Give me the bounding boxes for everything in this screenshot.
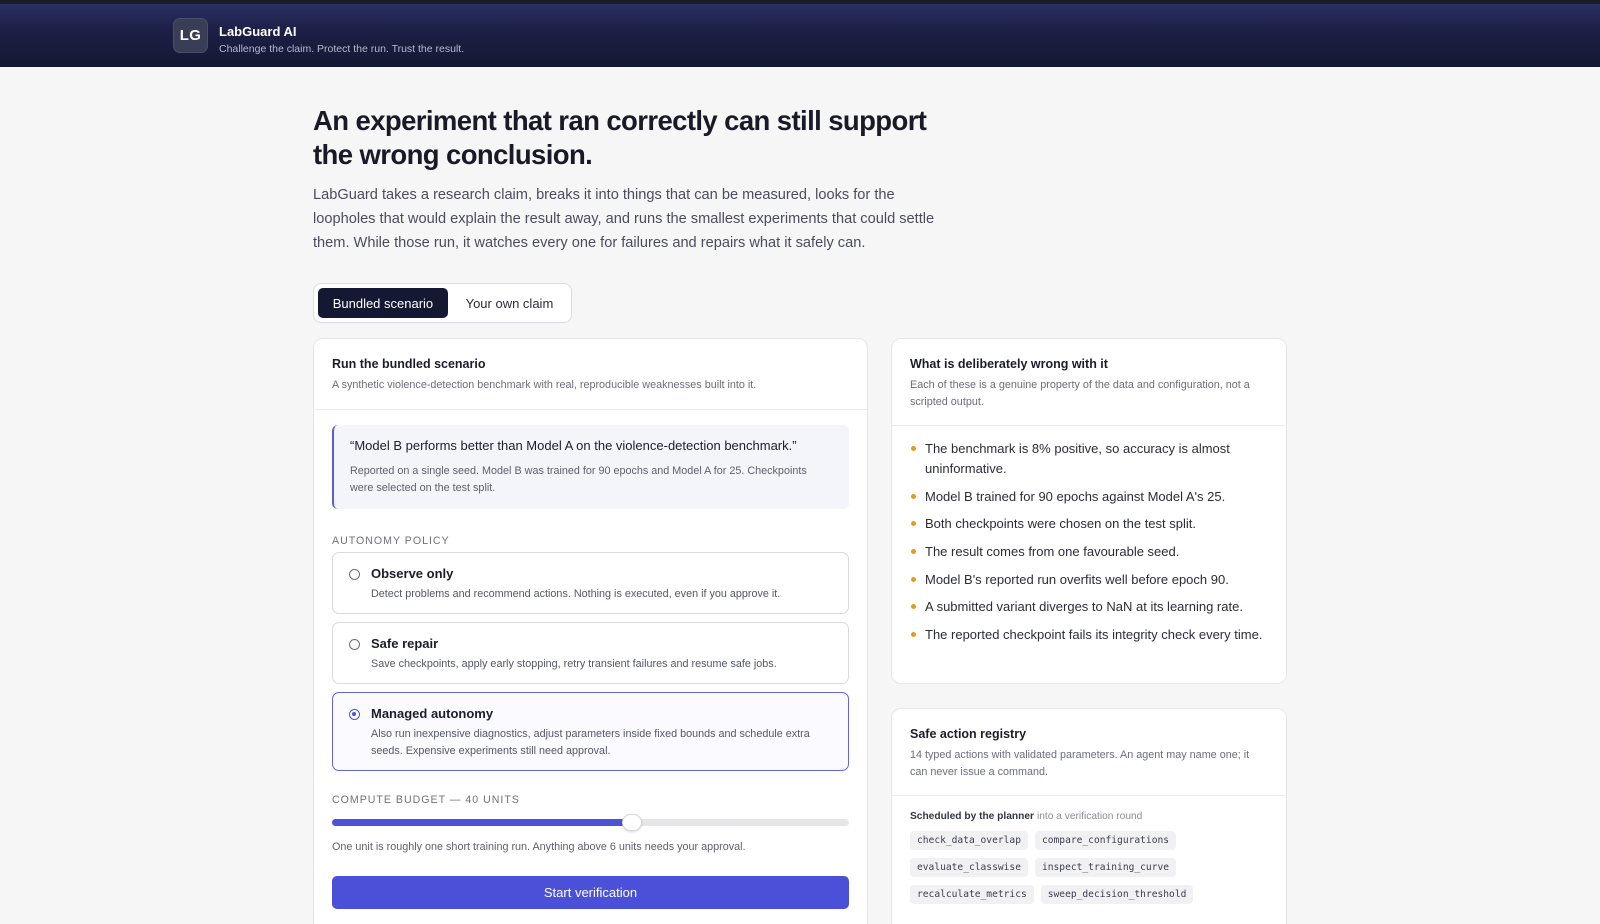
policy-title: Managed autonomy — [371, 706, 494, 721]
flaw-text: Model B trained for 90 epochs against Mo… — [925, 488, 1226, 504]
page-title: An experiment that ran correctly can sti… — [313, 105, 927, 170]
list-item: A submitted variant diverges to NaN at i… — [910, 597, 1268, 617]
app-tagline: Challenge the claim. Protect the run. Tr… — [219, 43, 465, 55]
flaws-card: What is deliberately wrong with it Each … — [891, 338, 1287, 684]
policy-description: Save checkpoints, apply early stopping, … — [371, 658, 777, 670]
flaw-text: Both checkpoints were chosen on the test… — [925, 516, 1196, 532]
scheduled-muted-label: into a verification round — [1036, 811, 1143, 822]
radio-icon[interactable] — [349, 569, 360, 580]
bullet-icon — [911, 632, 916, 638]
scenario-card: Run the bundled scenario A synthetic vio… — [313, 338, 868, 924]
action-chip: evaluate_classwise — [910, 858, 1028, 877]
registry-card: Safe action registry 14 typed actions wi… — [891, 708, 1287, 924]
policy-option-managed-autonomy[interactable]: Managed autonomy Also run inexpensive di… — [332, 692, 849, 771]
flaws-title: What is deliberately wrong with it — [910, 357, 1108, 371]
bullet-icon — [911, 446, 916, 451]
scheduled-bold-label: Scheduled by the planner — [910, 811, 1034, 822]
action-chip: check_data_overlap — [910, 831, 1028, 850]
policy-title: Safe repair — [371, 636, 439, 651]
page-description: LabGuard takes a research claim, breaks … — [313, 187, 935, 252]
list-item: Model B trained for 90 epochs against Mo… — [910, 487, 1268, 507]
claim-box: “Model B performs better than Model A on… — [332, 425, 849, 509]
registry-subtitle: 14 typed actions with validated paramete… — [910, 749, 1250, 778]
tab-bundled-scenario[interactable]: Bundled scenario — [318, 288, 448, 318]
action-chip: sweep_decision_threshold — [1040, 885, 1194, 904]
list-item: The reported checkpoint fails its integr… — [910, 625, 1268, 645]
policy-option-safe-repair[interactable]: Safe repair Save checkpoints, apply earl… — [332, 622, 849, 684]
bullet-icon — [911, 493, 916, 499]
app-logo[interactable]: LG — [173, 18, 208, 53]
list-item: The benchmark is 8% positive, so accurac… — [910, 439, 1268, 479]
list-item: Both checkpoints were chosen on the test… — [910, 514, 1268, 534]
autonomy-policy-label: AUTONOMY POLICY — [332, 535, 450, 547]
divider — [314, 409, 867, 410]
top-bar: LG LabGuard AI Challenge the claim. Prot… — [0, 0, 1600, 67]
flaw-text: A submitted variant diverges to NaN at i… — [925, 599, 1243, 615]
action-chip: recalculate_metrics — [910, 885, 1034, 904]
slider-fill — [332, 819, 632, 826]
bullet-icon — [911, 604, 916, 610]
tab-your-own-claim[interactable]: Your own claim — [452, 288, 567, 318]
action-chips: check_data_overlap compare_configuration… — [892, 822, 1232, 904]
flaw-text: The benchmark is 8% positive, so accurac… — [925, 441, 1230, 476]
flaws-subtitle: Each of these is a genuine property of t… — [910, 379, 1250, 408]
mode-tabs: Bundled scenario Your own claim — [313, 283, 572, 323]
bullet-icon — [911, 521, 916, 527]
start-verification-button[interactable]: Start verification — [332, 876, 849, 909]
budget-note: One unit is roughly one short training r… — [332, 841, 746, 853]
bullet-icon — [911, 549, 916, 555]
policy-title: Observe only — [371, 566, 454, 581]
scenario-subtitle: A synthetic violence-detection benchmark… — [332, 379, 757, 391]
flaw-text: Model B's reported run overfits well bef… — [925, 571, 1229, 587]
compute-budget-slider[interactable] — [332, 814, 849, 831]
registry-title: Safe action registry — [910, 727, 1027, 741]
flaw-text: The reported checkpoint fails its integr… — [925, 627, 1263, 643]
policy-option-observe-only[interactable]: Observe only Detect problems and recomme… — [332, 552, 849, 614]
bullet-icon — [911, 576, 916, 582]
claim-text: “Model B performs better than Model A on… — [350, 438, 797, 453]
list-item: The result comes from one favourable see… — [910, 542, 1268, 562]
scheduled-heading: Scheduled by the planner into a verificat… — [892, 796, 1286, 822]
list-item: Model B's reported run overfits well bef… — [910, 570, 1268, 590]
scenario-title: Run the bundled scenario — [332, 357, 486, 371]
compute-budget-label: COMPUTE BUDGET — 40 UNITS — [332, 794, 520, 806]
policy-description: Also run inexpensive diagnostics, adjust… — [371, 728, 810, 757]
claim-note: Reported on a single seed. Model B was t… — [350, 465, 807, 494]
policy-description: Detect problems and recommend actions. N… — [371, 588, 781, 600]
radio-selected-icon[interactable] — [349, 709, 360, 720]
app-name: LabGuard AI — [219, 24, 297, 39]
action-chip: inspect_training_curve — [1034, 858, 1177, 877]
slider-thumb[interactable] — [621, 814, 642, 831]
radio-icon[interactable] — [349, 639, 360, 650]
action-chip: compare_configurations — [1034, 831, 1177, 850]
flaws-list: The benchmark is 8% positive, so accurac… — [892, 426, 1286, 645]
flaw-text: The result comes from one favourable see… — [925, 544, 1180, 560]
